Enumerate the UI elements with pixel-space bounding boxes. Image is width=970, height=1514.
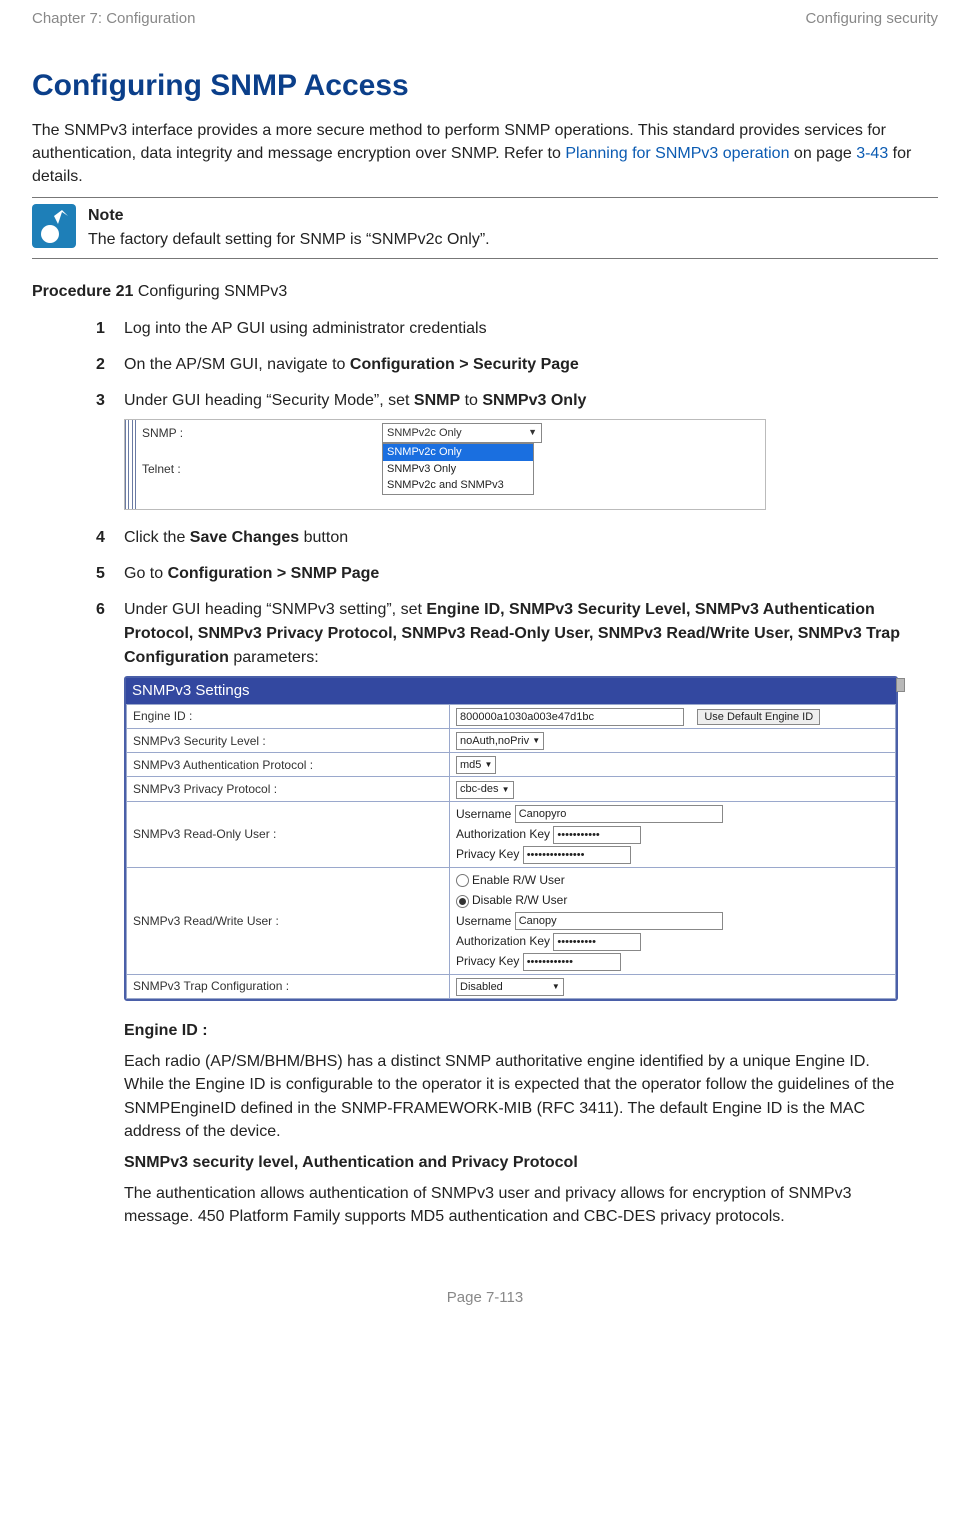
privacy-protocol-select[interactable]: cbc-des▼ [456,781,514,799]
ro-username-input[interactable]: Canopyro [515,805,723,823]
sec-level-explanation: The authentication allows authentication… [124,1182,914,1228]
engine-id-label: Engine ID : [127,705,450,729]
link-page-ref[interactable]: 3-43 [856,145,888,162]
chevron-down-icon: ▼ [552,981,560,993]
step-4: 4 Click the Save Changes button [96,526,938,550]
chevron-down-icon: ▼ [528,426,537,440]
enable-rw-user-radio[interactable] [456,874,469,887]
rw-user-label: SNMPv3 Read/Write User : [127,867,450,974]
header-left: Chapter 7: Configuration [32,10,195,27]
privacy-protocol-label: SNMPv3 Privacy Protocol : [127,777,450,801]
engine-id-explanation: Each radio (AP/SM/BHM/BHS) has a distinc… [124,1050,914,1143]
engine-id-heading: Engine ID : [124,1019,914,1042]
snmp-label: SNMP : [142,424,382,442]
ro-user-label: SNMPv3 Read-Only User : [127,801,450,867]
intro-paragraph: The SNMPv3 interface provides a more sec… [32,119,938,189]
trap-config-select[interactable]: Disabled▼ [456,978,564,996]
trap-config-label: SNMPv3 Trap Configuration : [127,974,450,998]
page-title: Configuring SNMP Access [32,69,938,103]
rw-privkey-input[interactable]: •••••••••••• [523,953,621,971]
panel-title-snmpv3: SNMPv3 Settings [126,678,896,705]
rw-username-input[interactable]: Canopy [515,912,723,930]
screenshot-snmpv3-settings: SNMPv3 Settings Engine ID : 800000a1030a… [124,676,898,1001]
ro-privkey-input[interactable]: ••••••••••••••• [523,846,631,864]
security-level-label: SNMPv3 Security Level : [127,728,450,752]
ro-authkey-input[interactable]: ••••••••••• [553,826,641,844]
page-header: Chapter 7: Configuration Configuring sec… [32,10,938,45]
step-2: 2 On the AP/SM GUI, navigate to Configur… [96,353,938,377]
auth-protocol-select[interactable]: md5▼ [456,756,496,774]
step-1: 1 Log into the AP GUI using administrato… [96,317,938,341]
note-body: The factory default setting for SNMP is … [88,231,490,248]
link-planning-snmpv3[interactable]: Planning for SNMPv3 operation [565,145,789,162]
procedure-title: Procedure 21 Configuring SNMPv3 [32,283,938,301]
step-5: 5 Go to Configuration > SNMP Page [96,562,938,586]
step-6: 6 Under GUI heading “SNMPv3 setting”, se… [96,598,938,1007]
note-heading: Note [88,204,490,228]
telnet-label: Telnet : [142,460,382,478]
note-icon [32,204,76,248]
chevron-down-icon: ▼ [532,735,540,747]
step-1-text: Log into the AP GUI using administrator … [124,317,938,341]
header-right: Configuring security [805,10,938,27]
rw-authkey-input[interactable]: •••••••••• [553,933,641,951]
snmp-select[interactable]: SNMPv2c Only▼ [382,423,542,444]
page-footer: Page 7-113 [32,1289,938,1306]
security-level-select[interactable]: noAuth,noPriv▼ [456,732,544,750]
engine-id-input[interactable]: 800000a1030a003e47d1bc [456,708,684,726]
disable-rw-user-radio[interactable] [456,895,469,908]
sec-level-heading: SNMPv3 security level, Authentication an… [124,1151,914,1174]
use-default-engine-id-button[interactable]: Use Default Engine ID [697,709,820,725]
chevron-down-icon: ▼ [502,784,510,796]
note-box: Note The factory default setting for SNM… [32,197,938,259]
auth-protocol-label: SNMPv3 Authentication Protocol : [127,753,450,777]
screenshot-security-mode: SNMP : SNMPv2c Only▼ SNMPv2c Only SNMPv3… [124,419,766,510]
chevron-down-icon: ▼ [484,759,492,771]
scrollbar-thumb[interactable] [896,678,905,692]
step-3: 3 Under GUI heading “Security Mode”, set… [96,389,938,514]
